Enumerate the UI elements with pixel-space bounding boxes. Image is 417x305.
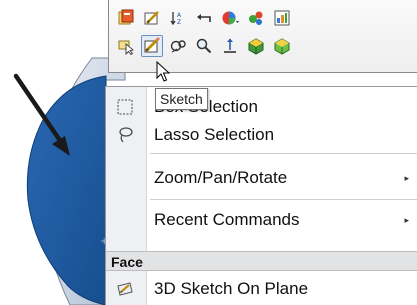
- component-properties-icon[interactable]: [115, 7, 137, 29]
- menu-item-zoom-pan-rotate[interactable]: Zoom/Pan/Rotate ▸: [106, 163, 417, 193]
- menu-item-label: 3D Sketch On Plane: [154, 279, 309, 298]
- toolbar-row-1: AZ: [115, 6, 293, 30]
- svg-text:A: A: [177, 12, 182, 19]
- menu-section-face: Face: [106, 251, 417, 271]
- view-orientation-icon[interactable]: [167, 35, 189, 57]
- context-menu: Box Selection Lasso Selection Zoom/Pan/R…: [105, 86, 417, 305]
- menu-item-label: Recent Commands: [154, 210, 300, 229]
- undo-arrow-icon[interactable]: [193, 7, 215, 29]
- normal-to-icon[interactable]: [219, 35, 241, 57]
- context-toolbar: AZ: [108, 0, 417, 73]
- sketch-icon[interactable]: [141, 35, 163, 57]
- menu-item-label: Zoom/Pan/Rotate: [154, 168, 288, 187]
- toolbar-row-2: [115, 34, 293, 58]
- lasso-icon: [115, 126, 135, 144]
- box-selection-icon: [115, 98, 135, 116]
- submenu-arrow-icon: ▸: [404, 214, 409, 225]
- sketch-tooltip: Sketch: [155, 88, 208, 110]
- menu-item-lasso-selection[interactable]: Lasso Selection: [106, 120, 417, 150]
- chart-icon[interactable]: [271, 7, 293, 29]
- box-shape-alt-icon[interactable]: [271, 35, 293, 57]
- menu-item-3d-sketch-on-plane[interactable]: 3D Sketch On Plane: [106, 274, 417, 304]
- select-icon[interactable]: [115, 35, 137, 57]
- menu-item-label: Lasso Selection: [154, 125, 275, 144]
- add-relation-icon[interactable]: [245, 7, 267, 29]
- 3d-sketch-icon: [115, 280, 135, 298]
- sort-icon[interactable]: AZ: [167, 7, 189, 29]
- box-shape-icon[interactable]: [245, 35, 267, 57]
- appearance-icon[interactable]: [219, 7, 241, 29]
- submenu-arrow-icon: ▸: [404, 172, 409, 183]
- edit-sketch-icon[interactable]: [141, 7, 163, 29]
- menu-separator: [150, 153, 417, 154]
- menu-item-box-selection[interactable]: Box Selection: [106, 92, 417, 122]
- mouse-cursor-icon: [156, 61, 170, 82]
- menu-item-recent-commands[interactable]: Recent Commands ▸: [106, 205, 417, 235]
- zoom-icon[interactable]: [193, 35, 215, 57]
- menu-separator: [150, 199, 417, 200]
- svg-text:Z: Z: [177, 19, 181, 26]
